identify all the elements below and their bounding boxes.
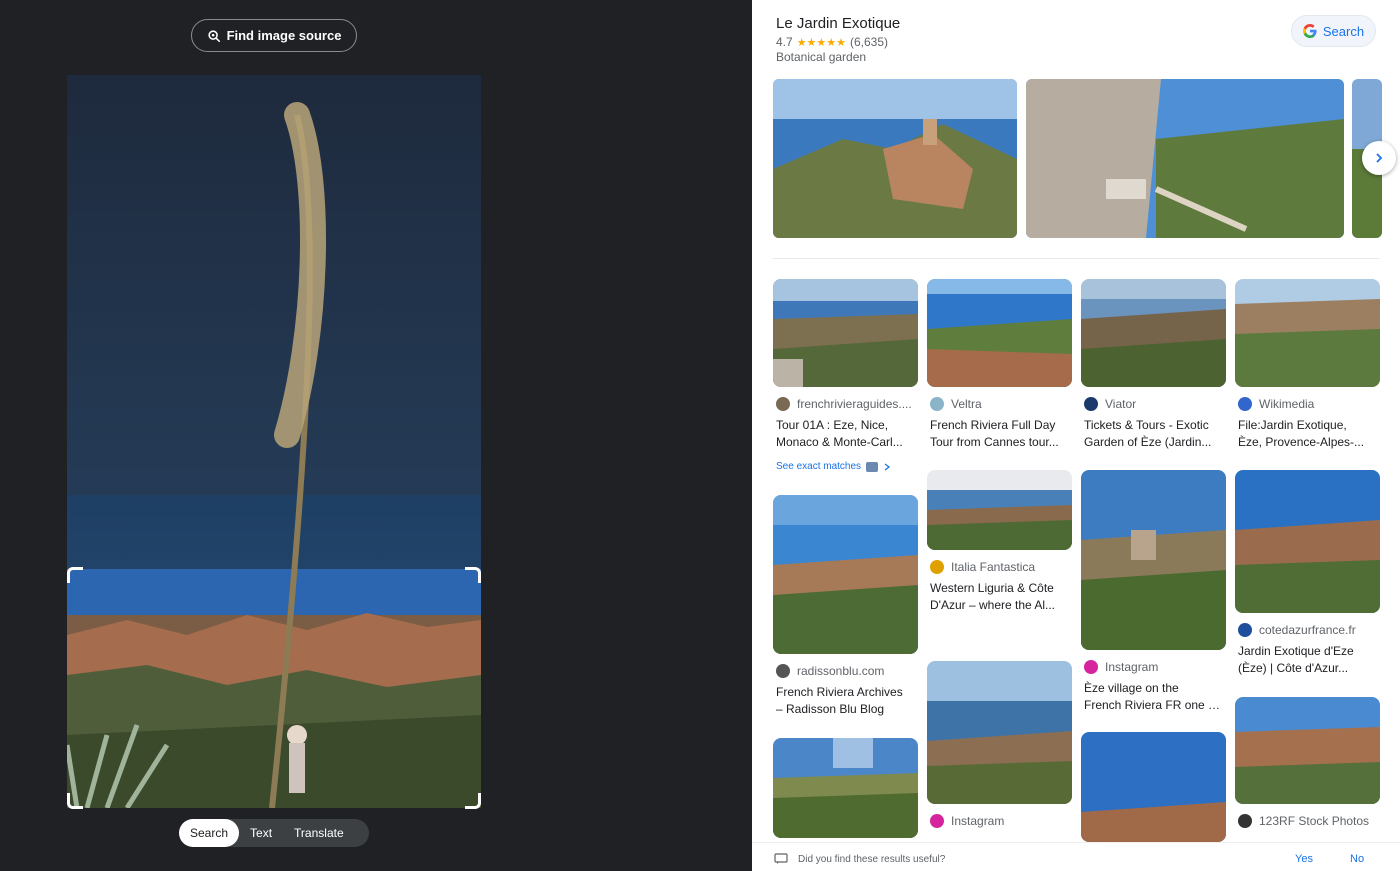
result-source: frenchrivieraguides.... (776, 397, 918, 411)
google-search-label: Search (1322, 23, 1365, 39)
result-title[interactable]: French Riviera Full Day Tour from Cannes… (930, 417, 1068, 451)
result-card[interactable]: Wikimedia File:Jardin Exotique, Èze, Pro… (1235, 279, 1380, 451)
result-source: 123RF Stock Photos (1238, 814, 1380, 828)
section-divider (772, 258, 1380, 259)
mode-translate-tab[interactable]: Translate (283, 819, 355, 847)
instagram-icon (930, 814, 944, 828)
result-thumbnail[interactable] (927, 661, 1072, 804)
result-thumbnail[interactable] (927, 279, 1072, 387)
mode-search-tab[interactable]: Search (179, 819, 240, 847)
site-favicon-icon (776, 664, 790, 678)
result-thumbnail[interactable] (773, 738, 918, 838)
review-count: (6,635) (850, 35, 889, 49)
result-card[interactable] (773, 738, 918, 838)
site-favicon-icon (930, 560, 944, 574)
result-source: Wikimedia (1238, 397, 1380, 411)
result-title[interactable]: File:Jardin Exotique, Èze, Provence-Alpe… (1238, 417, 1376, 451)
chevron-right-icon (1376, 153, 1383, 163)
result-thumbnail[interactable] (1081, 279, 1226, 387)
result-card[interactable]: Viator Tickets & Tours - Exotic Garden o… (1081, 279, 1226, 451)
lens-mode-switcher: Search Text Translate (179, 819, 369, 847)
result-source: Instagram (1084, 660, 1226, 674)
result-thumbnail[interactable] (773, 279, 918, 387)
google-search-button[interactable]: Search (1291, 15, 1376, 47)
result-card[interactable]: frenchrivieraguides.... Tour 01A : Eze, … (773, 279, 918, 451)
result-source: cotedazurfrance.fr (1238, 623, 1380, 637)
feedback-question: Did you find these results useful? (798, 854, 946, 865)
see-exact-matches-link[interactable]: See exact matches (776, 461, 891, 472)
result-source: radissonblu.com (776, 664, 918, 678)
google-g-icon (1302, 24, 1317, 38)
chevron-right-icon (884, 462, 891, 471)
results-pane: Le Jardin Exotique 4.7 ★★★★★ (6,635) Bot… (752, 0, 1400, 871)
crop-handle-bottom-right[interactable] (465, 793, 481, 809)
result-thumbnail[interactable] (1081, 470, 1226, 650)
instagram-icon (1084, 660, 1098, 674)
star-rating-icon: ★★★★★ (796, 36, 846, 49)
result-card[interactable] (1081, 732, 1226, 842)
crop-handle-bottom-left[interactable] (67, 793, 83, 809)
site-favicon-icon (1238, 814, 1252, 828)
find-image-source-label: Find image source (226, 28, 342, 43)
result-source: Viator (1084, 397, 1226, 411)
result-card[interactable]: radissonblu.com French Riviera Archives … (773, 495, 918, 718)
result-card[interactable]: cotedazurfrance.fr Jardin Exotique d'Eze… (1235, 470, 1380, 677)
result-title[interactable]: Western Liguria & Côte D'Azur – where th… (930, 580, 1068, 614)
site-favicon-icon (930, 397, 944, 411)
find-image-source-button[interactable]: Find image source (191, 19, 357, 52)
result-title[interactable]: Èze village on the French Riviera FR one… (1084, 680, 1222, 714)
result-card[interactable]: 123RF Stock Photos (1235, 697, 1380, 828)
result-thumbnail[interactable] (1235, 279, 1380, 387)
feedback-bar: Did you find these results useful? Yes N… (752, 842, 1400, 871)
result-source: Instagram (930, 814, 1072, 828)
site-favicon-icon (776, 397, 790, 411)
exact-match-thumbnail-icon (866, 461, 879, 472)
site-favicon-icon (1238, 397, 1252, 411)
uploaded-photo[interactable] (67, 75, 481, 808)
site-favicon-icon (1238, 623, 1252, 637)
crop-handle-top-left[interactable] (67, 567, 83, 583)
lens-search-icon (207, 29, 220, 42)
result-thumbnail[interactable] (1235, 470, 1380, 613)
result-title[interactable]: Jardin Exotique d'Eze (Èze) | Côte d'Azu… (1238, 643, 1376, 677)
rating-value: 4.7 (776, 35, 793, 49)
place-category: Botanical garden (776, 50, 867, 64)
feedback-yes-button[interactable]: Yes (1295, 853, 1313, 865)
result-source: Italia Fantastica (930, 560, 1072, 574)
lens-image-pane: Find image source Search Text Translate (0, 0, 752, 871)
feedback-icon (774, 853, 788, 864)
gallery-next-button[interactable] (1362, 141, 1396, 175)
result-thumbnail[interactable] (773, 495, 918, 654)
place-photo[interactable] (773, 79, 1017, 238)
crop-handle-top-right[interactable] (465, 567, 481, 583)
result-card[interactable]: Veltra French Riviera Full Day Tour from… (927, 279, 1072, 451)
place-title[interactable]: Le Jardin Exotique (776, 15, 900, 32)
site-favicon-icon (1084, 397, 1098, 411)
result-title[interactable]: Tour 01A : Eze, Nice, Monaco & Monte-Car… (776, 417, 914, 451)
result-thumbnail[interactable] (1081, 732, 1226, 842)
mode-text-tab[interactable]: Text (239, 819, 283, 847)
place-photo[interactable] (1026, 79, 1344, 238)
result-source: Veltra (930, 397, 1072, 411)
place-rating: 4.7 ★★★★★ (6,635) (776, 35, 888, 49)
result-card[interactable]: Italia Fantastica Western Liguria & Côte… (927, 470, 1072, 614)
result-thumbnail[interactable] (927, 470, 1072, 550)
result-card[interactable]: Instagram Èze village on the French Rivi… (1081, 470, 1226, 714)
result-card[interactable]: Instagram (927, 661, 1072, 828)
feedback-no-button[interactable]: No (1350, 853, 1364, 865)
result-thumbnail[interactable] (1235, 697, 1380, 804)
result-title[interactable]: French Riviera Archives – Radisson Blu B… (776, 684, 914, 718)
result-title[interactable]: Tickets & Tours - Exotic Garden of Èze (… (1084, 417, 1222, 451)
